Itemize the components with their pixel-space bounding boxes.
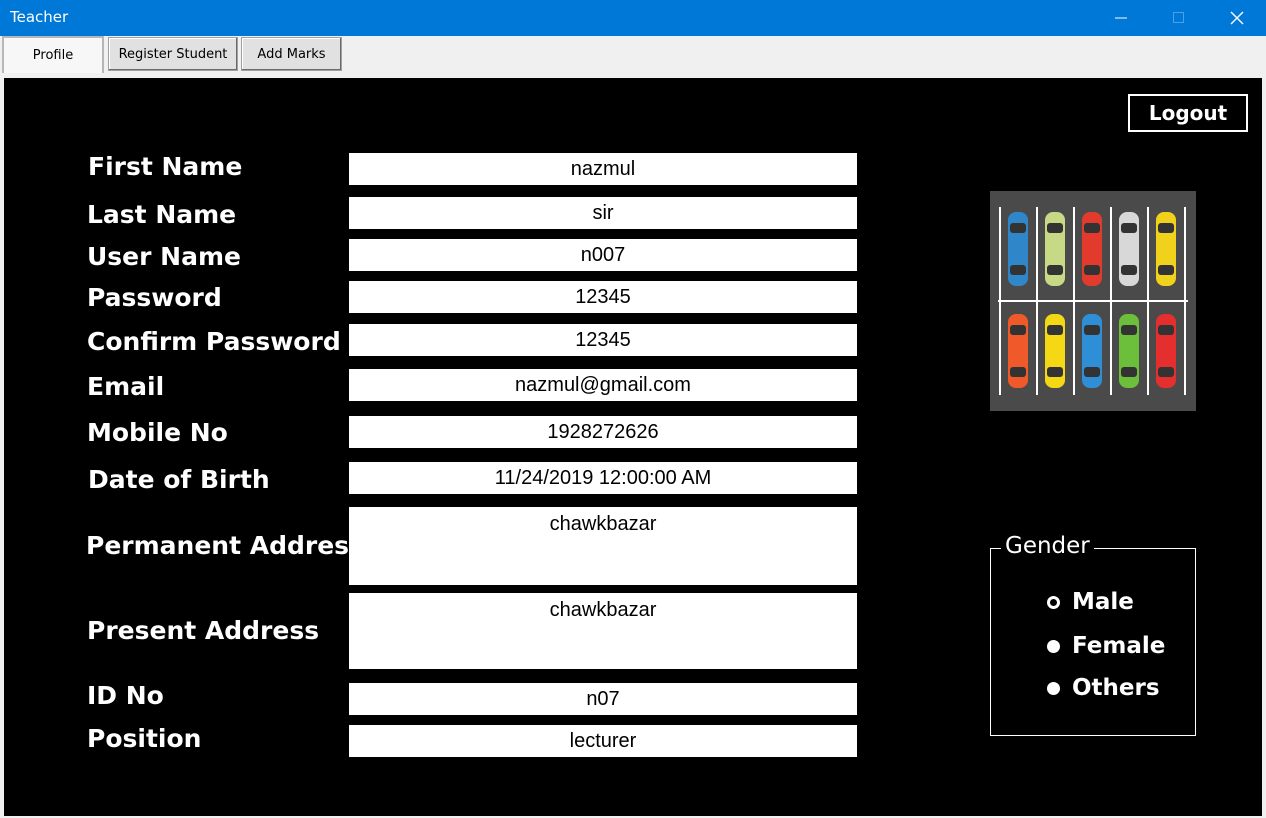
gender-group: Gender Male Female Others [990, 533, 1196, 736]
password-label: Password [87, 283, 222, 312]
gender-male-radio[interactable]: Male [1047, 589, 1134, 615]
car-icon [1008, 314, 1028, 388]
gender-female-radio[interactable]: Female [1047, 633, 1165, 659]
car-icon [1082, 314, 1102, 388]
car-icon [1045, 212, 1065, 286]
first-name-label: First Name [88, 152, 243, 181]
logout-button[interactable]: Logout [1128, 94, 1248, 132]
gender-female-label: Female [1072, 633, 1166, 659]
position-input[interactable]: lecturer [349, 725, 857, 757]
car-icon [1082, 212, 1102, 286]
present-address-label: Present Address [87, 616, 320, 645]
last-name-input[interactable]: sir [349, 197, 857, 229]
gender-others-radio[interactable]: Others [1047, 675, 1160, 701]
close-icon [1230, 11, 1244, 25]
title-bar: Teacher [0, 0, 1266, 36]
window-title: Teacher [10, 8, 69, 26]
gender-others-label: Others [1072, 675, 1160, 701]
permanent-address-label: Permanent Address [86, 531, 364, 560]
parking-lot-image [990, 191, 1196, 411]
parking-lot-icon [998, 207, 1188, 395]
car-icon [1008, 212, 1028, 286]
last-name-label: Last Name [87, 200, 237, 229]
radio-checked-icon [1047, 595, 1060, 609]
minimize-icon [1115, 17, 1127, 19]
tab-strip: Profile Register Student Add Marks [0, 36, 1266, 78]
car-icon [1045, 314, 1065, 388]
id-no-input[interactable]: n07 [349, 683, 857, 715]
tab-register-student[interactable]: Register Student [108, 37, 238, 71]
confirm-password-label: Confirm Password [87, 327, 341, 356]
maximize-icon [1173, 12, 1184, 23]
password-input[interactable]: 12345 [349, 281, 857, 313]
email-label: Email [87, 372, 165, 401]
car-icon [1156, 314, 1176, 388]
user-name-label: User Name [87, 242, 241, 271]
permanent-address-input[interactable]: chawkbazar [349, 507, 857, 585]
car-icon [1119, 314, 1139, 388]
present-address-input[interactable]: chawkbazar [349, 593, 857, 669]
close-button[interactable] [1208, 0, 1266, 36]
gender-male-label: Male [1072, 589, 1134, 615]
car-icon [1119, 212, 1139, 286]
profile-panel: Logout First Name Last Name User Name Pa… [4, 78, 1262, 816]
minimize-button[interactable] [1092, 0, 1150, 36]
mobile-no-label: Mobile No [87, 418, 228, 447]
email-input[interactable]: nazmul@gmail.com [349, 369, 857, 401]
date-of-birth-label: Date of Birth [88, 465, 270, 494]
radio-unchecked-icon [1047, 639, 1060, 653]
date-of-birth-input[interactable]: 11/24/2019 12:00:00 AM [349, 462, 857, 494]
id-no-label: ID No [87, 681, 164, 710]
confirm-password-input[interactable]: 12345 [349, 324, 857, 356]
position-label: Position [87, 724, 202, 753]
mobile-no-input[interactable]: 1928272626 [349, 416, 857, 448]
maximize-button[interactable] [1150, 0, 1208, 36]
car-icon [1156, 212, 1176, 286]
gender-legend: Gender [1001, 533, 1094, 559]
user-name-input[interactable]: n007 [349, 239, 857, 271]
tab-profile[interactable]: Profile [2, 36, 104, 73]
first-name-input[interactable]: nazmul [349, 153, 857, 185]
radio-unchecked-icon [1047, 681, 1060, 695]
tab-add-marks[interactable]: Add Marks [241, 37, 342, 71]
